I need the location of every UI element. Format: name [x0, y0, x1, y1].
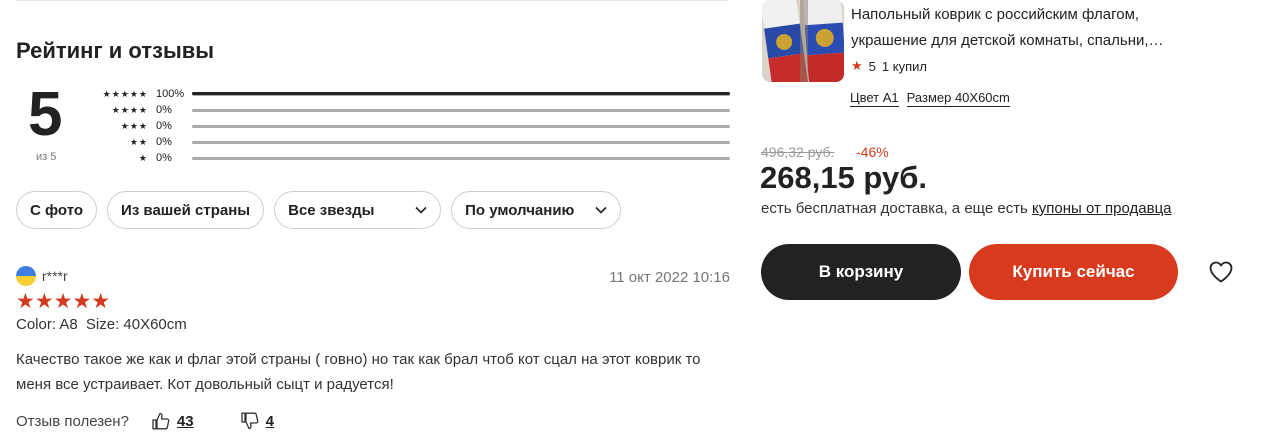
- review-date: 11 окт 2022 10:16: [609, 269, 730, 286]
- average-rating-scale: из 5: [36, 151, 57, 163]
- helpful-label: Отзыв полезен?: [16, 412, 129, 430]
- filter-all-stars-dropdown[interactable]: Все звезды: [274, 191, 442, 229]
- product-title[interactable]: Напольный коврик с российским флагом, ук…: [851, 2, 1211, 54]
- rating-distribution-row: ★★★★ 0%: [88, 102, 730, 118]
- review-helpful: Отзыв полезен? 43 4: [16, 411, 730, 431]
- delivery-text: есть бесплатная доставка, а еще есть: [761, 200, 1033, 217]
- distribution-percent: 0%: [156, 152, 172, 164]
- rating-distribution-row: ★★★★★ 100%: [88, 86, 730, 102]
- review-size: Size: 40X60cm: [85, 316, 187, 333]
- product-thumbnail[interactable]: [762, 0, 844, 82]
- review-stars: ★★★★★: [16, 290, 111, 313]
- review-variant-info: Color: A8 Size: 40X60cm: [16, 316, 730, 333]
- distribution-stars: ★★★★★: [102, 88, 148, 99]
- product-variants: Цвет A1 Размер 40X60cm: [850, 90, 1010, 107]
- review-color: Color: A8: [16, 316, 78, 333]
- top-divider: [16, 0, 728, 1]
- reviews-section-title: Рейтинг и отзывы: [16, 38, 215, 63]
- star-icon: ★: [851, 58, 863, 73]
- distribution-bar: [192, 108, 730, 112]
- filter-with-photo-label: С фото: [30, 201, 84, 219]
- delivery-info: есть бесплатная доставка, а еще есть куп…: [761, 200, 1172, 217]
- distribution-bar: [192, 124, 730, 128]
- distribution-percent: 0%: [156, 104, 172, 116]
- add-to-cart-button[interactable]: В корзину: [761, 244, 961, 300]
- old-price: 496,32 руб.: [761, 144, 835, 160]
- filter-all-stars-label: Все звезды: [288, 201, 375, 219]
- like-count: 43: [176, 412, 194, 430]
- thumbs-up-icon: [152, 412, 170, 430]
- rating-distribution-row: ★★ 0%: [88, 134, 730, 150]
- distribution-bar: [192, 92, 730, 96]
- product-image-icon: [762, 0, 844, 82]
- filter-your-country-label: Из вашей страны: [121, 201, 251, 219]
- sort-dropdown[interactable]: По умолчанию: [451, 191, 622, 229]
- thumbs-down-icon: [240, 412, 259, 430]
- distribution-stars: ★★★★: [111, 104, 148, 115]
- dislike-count: 4: [265, 412, 274, 430]
- filter-with-photo-button[interactable]: С фото: [16, 191, 98, 229]
- reviewer-name: r***r: [42, 268, 68, 284]
- like-button[interactable]: 43: [151, 411, 194, 431]
- distribution-percent: 0%: [156, 120, 172, 132]
- distribution-bar: [192, 156, 730, 160]
- sort-label: По умолчанию: [465, 201, 575, 219]
- distribution-stars: ★★★: [120, 120, 148, 131]
- discount-badge: -46%: [856, 144, 889, 160]
- distribution-stars: ★: [138, 152, 148, 163]
- seller-coupons-link[interactable]: купоны от продавца: [1032, 200, 1171, 217]
- filter-your-country-button[interactable]: Из вашей страны: [107, 191, 265, 229]
- distribution-bar-fill: [192, 92, 730, 95]
- rating-distribution: ★★★★★ 100% ★★★★ 0% ★★★ 0% ★★ 0% ★ 0%: [88, 86, 730, 166]
- product-bought-count: 1 купил: [881, 58, 927, 74]
- chevron-down-icon: [595, 206, 607, 214]
- distribution-bar: [192, 140, 730, 144]
- rating-distribution-row: ★ 0%: [88, 150, 730, 166]
- chevron-down-icon: [415, 206, 427, 214]
- variant-size[interactable]: Размер 40X60cm: [906, 90, 1010, 107]
- current-price: 268,15 руб.: [760, 160, 927, 195]
- distribution-percent: 100%: [156, 88, 185, 100]
- distribution-percent: 0%: [156, 136, 172, 148]
- rating-distribution-row: ★★★ 0%: [88, 118, 730, 134]
- review-text: Качество такое же как и флаг этой страны…: [16, 351, 701, 393]
- average-rating-score: 5: [28, 80, 63, 149]
- country-flag-icon: [16, 266, 36, 286]
- dislike-button[interactable]: 4: [240, 411, 274, 431]
- product-rating-value: 5: [868, 58, 876, 74]
- review-filters: С фото Из вашей страны Все звезды По умо…: [16, 191, 622, 229]
- product-rating: ★ 5 1 купил: [851, 58, 927, 74]
- buy-now-button[interactable]: Купить сейчас: [969, 244, 1178, 300]
- variant-color[interactable]: Цвет A1: [850, 90, 899, 107]
- heart-icon[interactable]: [1208, 260, 1234, 284]
- distribution-stars: ★★: [129, 136, 148, 147]
- review-card: r***r 11 окт 2022 10:16 ★★★★★ Color: A8 …: [16, 266, 730, 431]
